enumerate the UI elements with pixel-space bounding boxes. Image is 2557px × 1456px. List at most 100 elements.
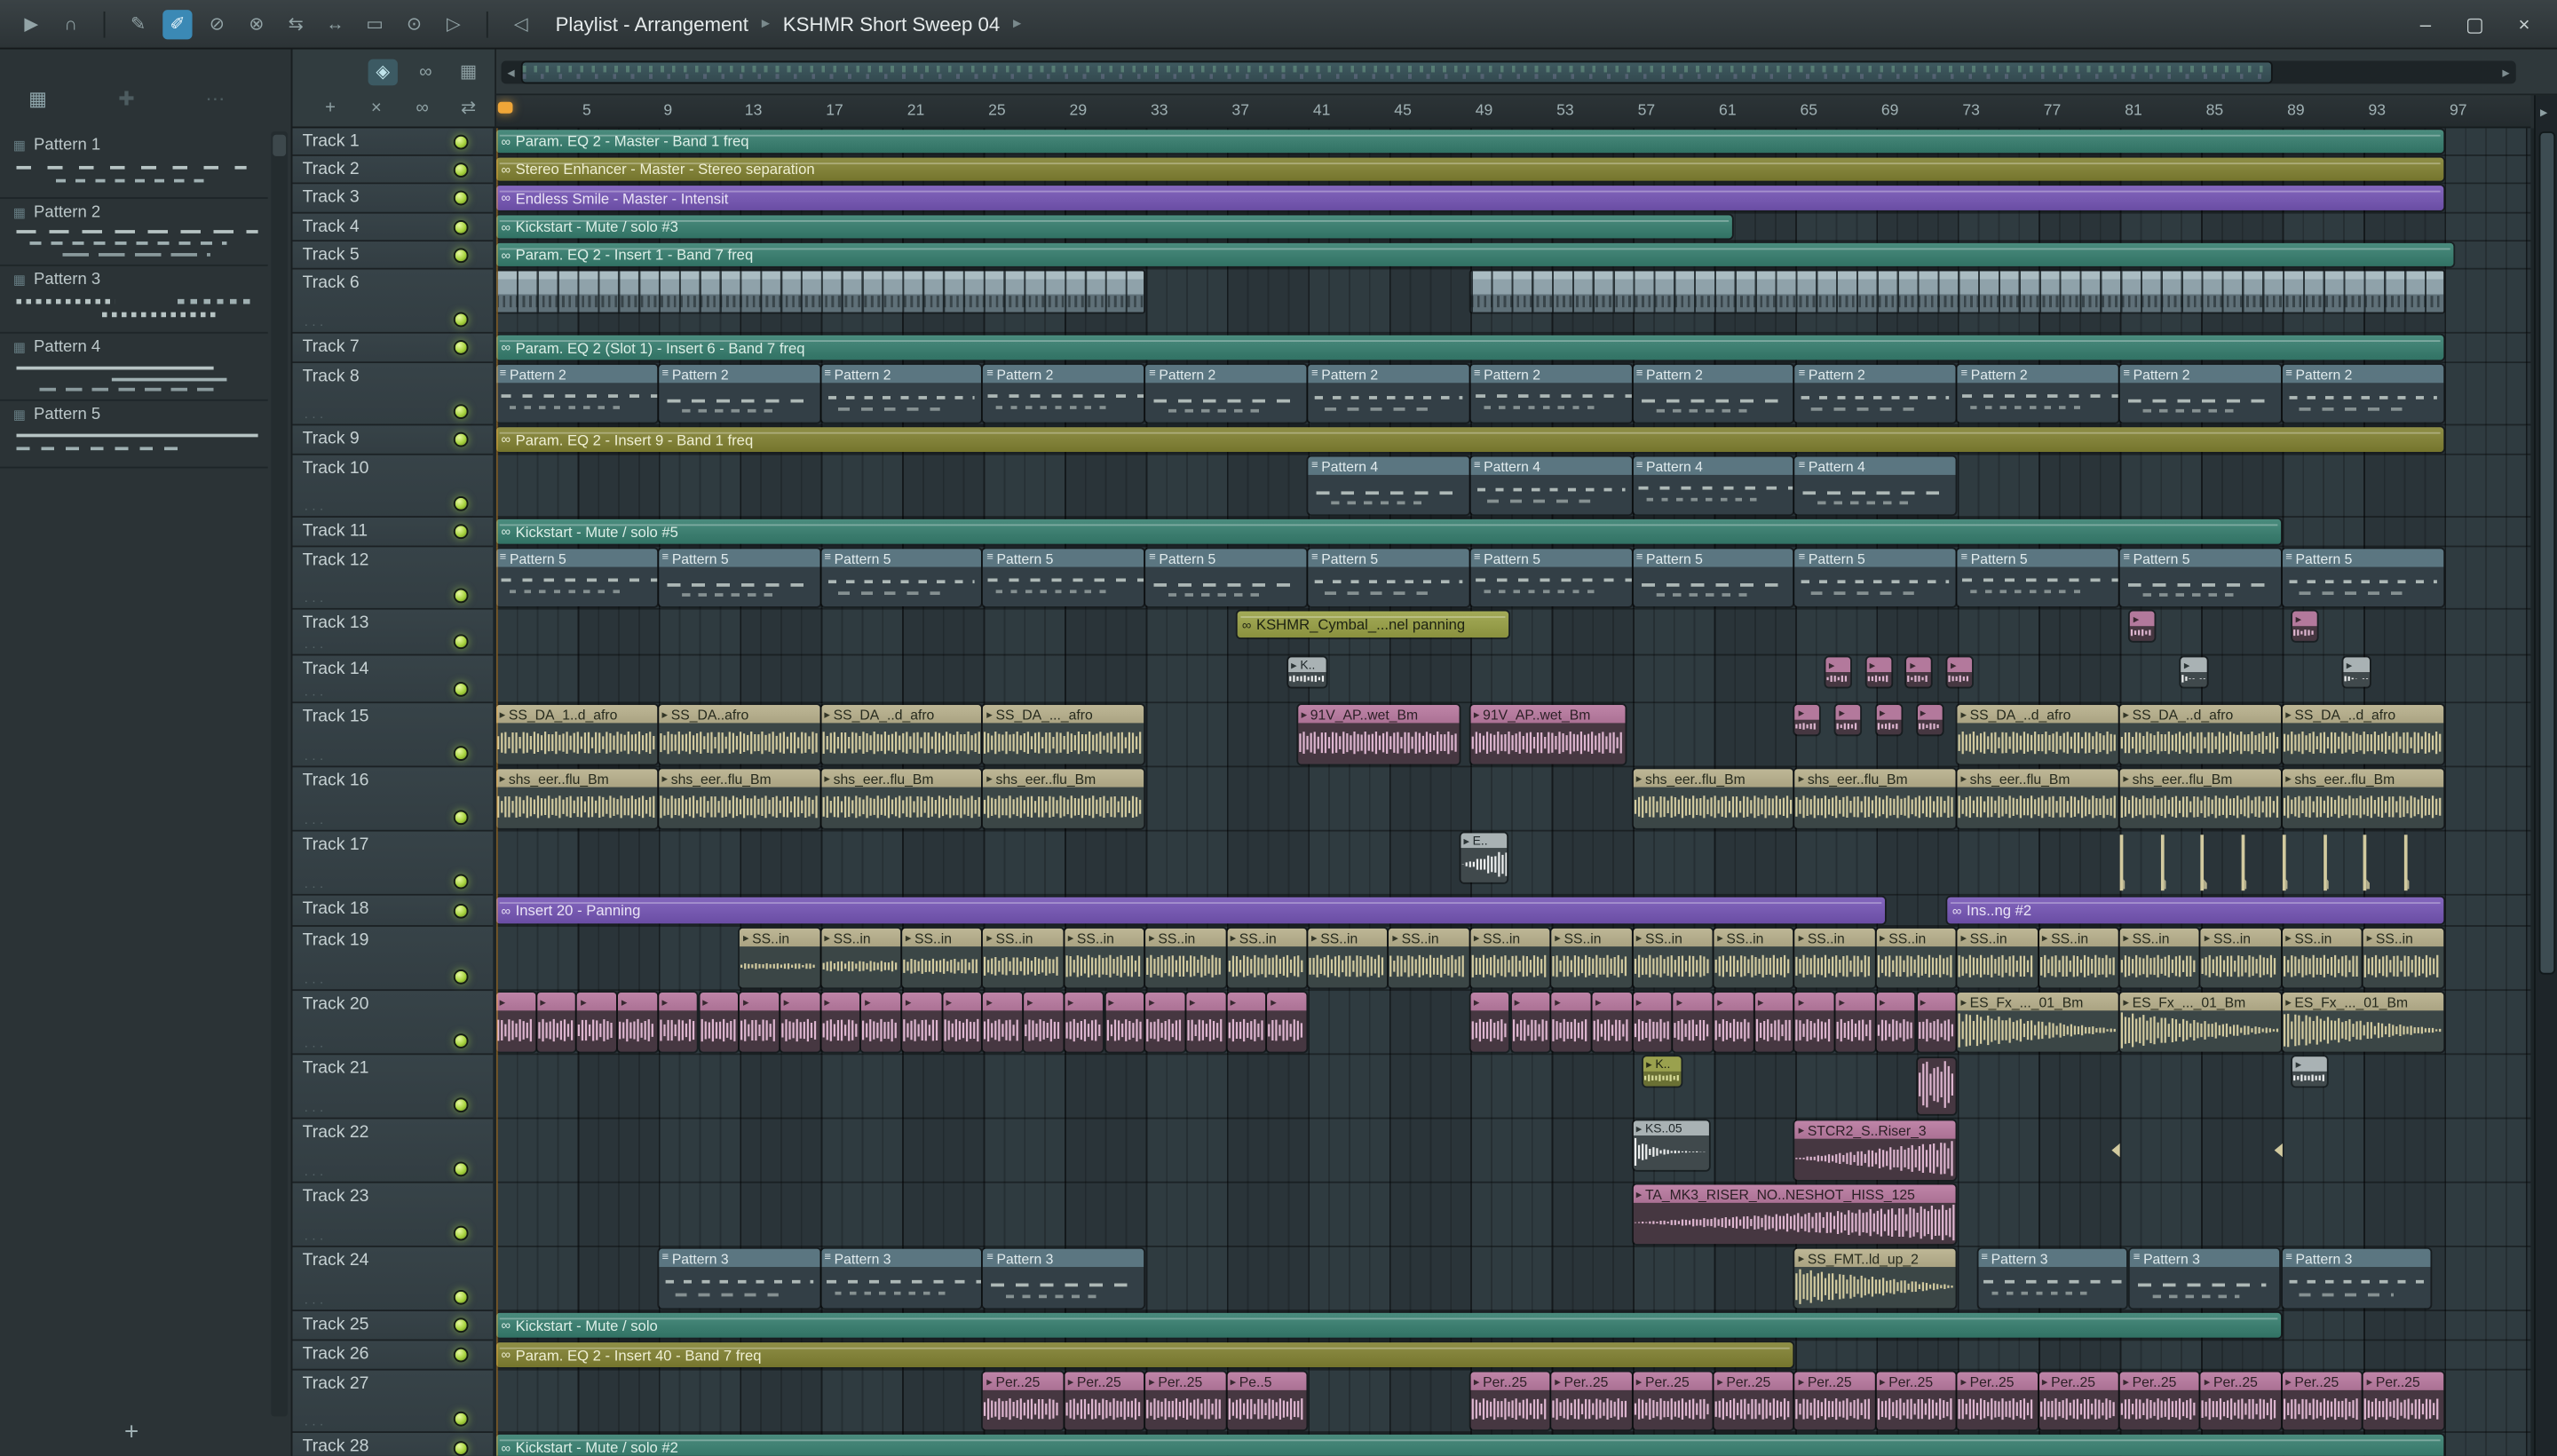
playhead-marker[interactable] xyxy=(497,101,513,114)
pattern-clip[interactable]: ≡ Pattern 4 xyxy=(1633,456,1794,515)
audio-clip[interactable]: ▸ xyxy=(536,992,576,1052)
track-mute-led[interactable] xyxy=(453,495,469,511)
audio-clip[interactable]: ▸ SS..in xyxy=(902,928,982,988)
pattern-clip[interactable]: ≡ Pattern 5 xyxy=(1308,549,1469,606)
audio-clip[interactable]: ▸ Per..25 xyxy=(983,1372,1064,1430)
track-header[interactable]: Track 22 ··· xyxy=(292,1119,494,1183)
pattern-item[interactable]: ▦ Pattern 2 xyxy=(0,199,268,266)
audio-clip[interactable]: ▸ SS_DA_..d_afro xyxy=(2282,705,2443,764)
track-mute-led[interactable] xyxy=(453,1225,469,1241)
audio-clip[interactable]: ▸ xyxy=(1226,992,1266,1052)
zoom-tool-icon[interactable]: ⊙ xyxy=(400,9,429,38)
track-header[interactable]: Track 5 xyxy=(292,241,494,270)
chain-icon[interactable]: ∞ xyxy=(408,95,437,122)
audio-clip[interactable]: ▸ SS_DA_..d_afro xyxy=(820,705,982,764)
audio-clip[interactable]: ▸ SS..in xyxy=(1145,928,1225,988)
track-mute-led[interactable] xyxy=(453,524,469,540)
close-button[interactable]: × xyxy=(2507,7,2540,40)
audio-clip-small[interactable]: ▸ xyxy=(1865,657,1891,687)
track-lane[interactable]: ∞ Kickstart - Mute / solo #5 xyxy=(495,518,2531,548)
audio-stab-clip[interactable] xyxy=(2363,835,2370,891)
audio-clip-small[interactable]: ▸ xyxy=(1876,705,1902,735)
audio-clip[interactable]: ▸ SS..in xyxy=(2282,928,2363,988)
pattern-clip[interactable]: ≡ Pattern 5 xyxy=(1633,549,1794,606)
audio-stab-clip[interactable] xyxy=(2160,835,2166,891)
pattern-clip[interactable]: ≡ Pattern 5 xyxy=(1957,549,2118,606)
pattern-clip[interactable]: ≡ Pattern 4 xyxy=(1308,456,1469,515)
pattern-clip[interactable]: ≡ Pattern 3 xyxy=(1977,1248,2126,1309)
audio-clip[interactable]: ▸ xyxy=(658,992,698,1052)
audio-clip[interactable]: ▸ xyxy=(1714,992,1753,1052)
audio-clip[interactable]: ▸ xyxy=(1145,992,1185,1052)
track-lane[interactable]: ▸ Per..25 ▸ Per..25 ▸ Per..25 ▸ Pe..5 ▸ Per..25 ▸ P… xyxy=(495,1370,2531,1433)
track-mute-led[interactable] xyxy=(453,1347,469,1363)
speaker-icon[interactable]: ◁ xyxy=(506,9,535,38)
slide-tool-icon[interactable]: ↔ xyxy=(321,9,350,38)
audio-clip[interactable]: ▸ xyxy=(1104,992,1144,1052)
track-mute-led[interactable] xyxy=(453,404,469,419)
track-lane[interactable]: ∞ Endless Smile - Master - Intensit xyxy=(495,184,2531,214)
track-mute-led[interactable] xyxy=(453,746,469,761)
audio-clip[interactable]: ▸ SS..in xyxy=(1794,928,1875,988)
play-icon[interactable]: ▶ xyxy=(17,9,46,38)
audio-clip[interactable]: ▸ Pe..5 xyxy=(1226,1372,1307,1430)
automation-clip[interactable]: ∞ Kickstart - Mute / solo #5 xyxy=(495,518,2281,544)
track-header[interactable]: Track 26 xyxy=(292,1341,494,1371)
track-mute-led[interactable] xyxy=(453,312,469,328)
audio-clip[interactable]: ▸ SS..in xyxy=(1876,928,1956,988)
audio-clip[interactable]: ▸ xyxy=(1024,992,1064,1052)
audio-clip[interactable]: ▸ ES_Fx_..._01_Bm xyxy=(2119,992,2281,1052)
track-lane[interactable]: ▸ TA_MK3_RISER_NO..NESHOT_HISS_125 xyxy=(495,1183,2531,1247)
track-header[interactable]: Track 8 ··· xyxy=(292,363,494,426)
pattern-item[interactable]: ▦ Pattern 1 xyxy=(0,131,268,199)
audio-clip[interactable]: ▸ Per..25 xyxy=(2038,1372,2118,1430)
audio-clip[interactable]: ▸ 91V_AP..wet_Bm xyxy=(1470,705,1626,764)
track-header[interactable]: Track 9 xyxy=(292,425,494,455)
scroll-right-button[interactable]: ▸ xyxy=(2497,60,2516,83)
cut-icon[interactable]: × xyxy=(361,95,391,122)
audio-clip[interactable]: ▸ TA_MK3_RISER_NO..NESHOT_HISS_125 xyxy=(1633,1184,1956,1245)
track-lane[interactable]: ▸ SS_DA_1..d_afro ▸ SS_DA..afro ▸ SS_DA_..d_a… xyxy=(495,703,2531,768)
audio-clip[interactable]: ▸ Per..25 xyxy=(1957,1372,2038,1430)
audio-clip[interactable]: ▸ xyxy=(1470,992,1510,1052)
track-lane[interactable]: ∞ Param. EQ 2 - Insert 9 - Band 1 freq xyxy=(495,425,2531,455)
timeline-next-button[interactable]: ▸ xyxy=(2534,99,2553,125)
pattern-clip[interactable]: ≡ Pattern 2 xyxy=(658,364,819,423)
track-mute-led[interactable] xyxy=(453,1441,469,1456)
minimize-button[interactable]: – xyxy=(2409,7,2442,40)
audio-clip[interactable]: ▸ SS..in xyxy=(1389,928,1469,988)
playback-tool-icon[interactable]: ▷ xyxy=(439,9,468,38)
automation-clip[interactable]: ∞ Param. EQ 2 - Insert 1 - Band 7 freq xyxy=(495,242,2453,266)
timeline-ruler[interactable]: 5 9 13 17 21 25 29 33 37 41 45 49 53 57 61 65 69 73 77 81 85… xyxy=(495,95,2531,129)
audio-clip[interactable]: ▸ xyxy=(1633,992,1672,1052)
audio-waveform-clip[interactable] xyxy=(1917,1057,1956,1114)
multi-tool-icon[interactable]: ◈ xyxy=(368,59,398,86)
audio-stab-clip[interactable] xyxy=(2119,835,2126,891)
audio-clip-small[interactable]: ▸ KS..05 xyxy=(1633,1120,1709,1170)
pattern-clip[interactable]: ≡ Pattern 2 xyxy=(820,364,982,423)
audio-clip[interactable]: ▸ SS..in xyxy=(1957,928,2038,988)
audio-clip-small[interactable]: ▸ xyxy=(1825,657,1851,687)
audio-clip[interactable]: ▸ xyxy=(1917,992,1956,1052)
arrangement-name[interactable]: KSHMR Short Sweep 04 xyxy=(783,12,1000,36)
audio-stab-clip[interactable] xyxy=(2241,835,2247,891)
audio-clip[interactable]: ▸ xyxy=(983,992,1023,1052)
audio-stab-clip[interactable] xyxy=(2111,1120,2121,1176)
audio-clip[interactable]: ▸ xyxy=(942,992,982,1052)
track-lane[interactable]: ∞ KSHMR_Cymbal_...nel panning ▸ ▸ xyxy=(495,609,2531,656)
audio-clip[interactable]: ▸ xyxy=(780,992,819,1052)
track-lane[interactable]: ▸ ▸ ▸ ▸ ▸ ▸ ▸ ▸ ▸ ▸ ▸ ▸ ▸ ▸ ▸ ▸ ▸ ▸ ▸ ▸ ▸ ▸ ▸ ▸ ▸ ▸ ▸ ▸ ▸ ▸ ▸ ▸ ▸ ES_Fx_.… xyxy=(495,991,2531,1056)
pattern-clip[interactable]: ≡ Pattern 4 xyxy=(1470,456,1632,515)
pattern-clip[interactable]: ≡ Pattern 2 xyxy=(2282,364,2443,423)
audio-clip[interactable]: ▸ Per..25 xyxy=(1551,1372,1632,1430)
track-header[interactable]: Track 1 xyxy=(292,128,494,156)
track-mute-led[interactable] xyxy=(453,1097,469,1113)
automation-clip[interactable]: ∞ Ins..ng #2 xyxy=(1947,897,2443,924)
audio-clip[interactable]: ▸ SS_DA_..d_afro xyxy=(1957,705,2118,764)
audio-clip[interactable]: ▸ shs_eer..flu_Bm xyxy=(658,769,819,828)
playlist-vertical-scrollbar-handle[interactable] xyxy=(2538,131,2556,976)
audio-clip[interactable]: ▸ SS..in xyxy=(1551,928,1632,988)
audio-stab-clip[interactable] xyxy=(2323,835,2329,891)
pattern-clip[interactable]: ≡ Pattern 2 xyxy=(1794,364,1956,423)
automation-clip[interactable]: ∞ Param. EQ 2 - Insert 40 - Band 7 freq xyxy=(495,1342,1794,1367)
